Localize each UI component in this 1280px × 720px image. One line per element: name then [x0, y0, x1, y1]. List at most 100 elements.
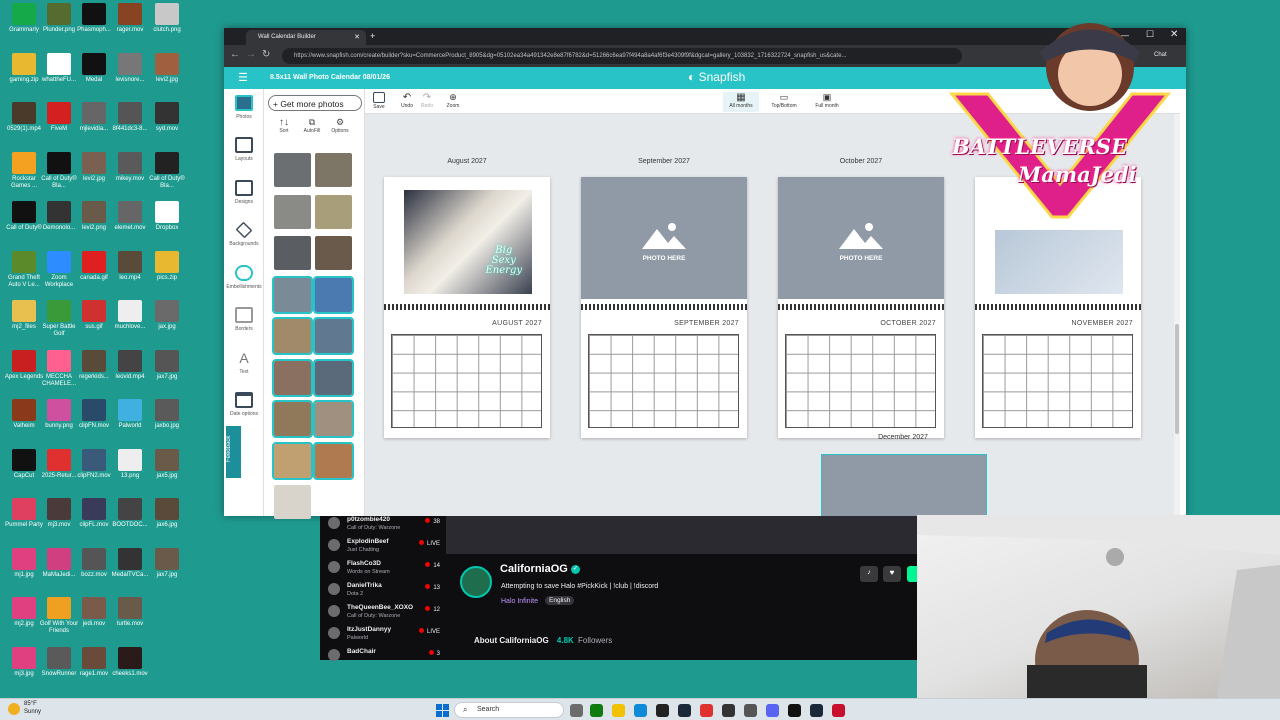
- steam-icon[interactable]: [678, 704, 691, 717]
- desktop-icon[interactable]: syd.mov: [145, 102, 189, 133]
- rail-embellishments[interactable]: Embellishments: [224, 265, 264, 290]
- month-photo[interactable]: Big Sexy Energy: [404, 190, 532, 294]
- reload-icon[interactable]: ↻: [262, 49, 270, 60]
- new-tab-icon[interactable]: +: [370, 31, 375, 41]
- rail-borders[interactable]: Borders: [224, 307, 264, 332]
- photo-thumbnail[interactable]: [274, 485, 311, 519]
- photo-thumbnail[interactable]: [272, 441, 313, 480]
- follow-button[interactable]: ♥: [883, 566, 901, 582]
- discord-icon[interactable]: [766, 704, 779, 717]
- options-button[interactable]: ⚙ Options: [328, 117, 352, 134]
- desktop-icon[interactable]: Dropbox: [145, 201, 189, 232]
- followed-channel[interactable]: ExplodinBeef Just Chatting LIVE: [328, 538, 440, 558]
- project-title[interactable]: 8.5x11 Wall Photo Calendar 08/01/26: [270, 74, 390, 81]
- channel-name[interactable]: CaliforniaOG ✓: [500, 563, 580, 575]
- rail-photos[interactable]: Photos: [224, 95, 264, 120]
- channel-avatar[interactable]: [460, 566, 492, 598]
- app-icon-2[interactable]: [700, 704, 713, 717]
- followed-channel[interactable]: TheQueenBee_XOXO Call of Duty: Warzone 12: [328, 604, 440, 624]
- calendar-grid[interactable]: [982, 334, 1133, 428]
- forward-icon[interactable]: →: [246, 49, 256, 60]
- zoom-button[interactable]: ⊕ Zoom: [441, 92, 465, 109]
- hamburger-menu-icon[interactable]: ☰: [238, 71, 248, 84]
- photo-thumbnail[interactable]: [272, 358, 313, 397]
- category-link[interactable]: Halo Infinite: [501, 598, 538, 605]
- url-field[interactable]: https://www.snapfish.com/create/builder?…: [282, 48, 962, 64]
- app-icon-3[interactable]: [722, 704, 735, 717]
- calendar-grid[interactable]: [588, 334, 739, 428]
- rail-designs[interactable]: Designs: [224, 180, 264, 205]
- windows-start-icon[interactable]: [436, 704, 449, 717]
- calendar-page[interactable]: PHOTO HERE SEPTEMBER 2027: [581, 177, 747, 438]
- view-all-months[interactable]: ▦ All months: [723, 92, 759, 112]
- file-explorer-icon[interactable]: [612, 704, 625, 717]
- app-icon-4[interactable]: [832, 704, 845, 717]
- photo-thumbnail[interactable]: [313, 317, 354, 355]
- photo-thumbnail[interactable]: [272, 400, 313, 438]
- followed-channel[interactable]: DanielTrika Dota 2 13: [328, 582, 440, 602]
- desktop-icon[interactable]: jax6.jpg: [145, 498, 189, 529]
- photo-thumbnail[interactable]: [274, 153, 311, 187]
- rail-backgrounds[interactable]: Backgrounds: [224, 221, 264, 247]
- desktop-icon[interactable]: jaxbo.jpg: [145, 399, 189, 430]
- photo-thumbnail[interactable]: [274, 194, 311, 229]
- calendar-page[interactable]: PHOTO HERE OCTOBER 2027: [778, 177, 944, 438]
- task-view-icon[interactable]: [570, 704, 583, 717]
- photo-thumbnail[interactable]: [315, 153, 352, 187]
- app-icon-1[interactable]: [656, 704, 669, 717]
- desktop-icon[interactable]: turtle.mov: [108, 597, 152, 628]
- browser-tab[interactable]: Wall Calendar Builder ✕: [246, 30, 366, 45]
- photo-thumbnail[interactable]: [315, 194, 352, 229]
- rail-text[interactable]: A Text: [224, 350, 264, 375]
- calendar-grid[interactable]: [391, 334, 542, 428]
- followed-channel[interactable]: p0tzombie420 Call of Duty: Warzone 38: [328, 516, 440, 536]
- photo-thumbnail[interactable]: [313, 441, 354, 480]
- followed-channel[interactable]: BadChair 3: [328, 648, 440, 668]
- followed-channel[interactable]: FlashCo3D Words on Stream 14: [328, 560, 440, 580]
- desktop-icon[interactable]: pics.zip: [145, 250, 189, 282]
- photo-thumbnail[interactable]: [313, 275, 354, 314]
- photo-thumbnail[interactable]: [313, 358, 354, 397]
- december-page[interactable]: [821, 454, 987, 516]
- close-tab-icon[interactable]: ✕: [354, 33, 360, 41]
- desktop-icon[interactable]: jax7.jpg: [145, 349, 189, 381]
- xbox-icon[interactable]: [590, 704, 603, 717]
- month-photo[interactable]: [995, 230, 1123, 294]
- notify-button[interactable]: ♪: [860, 566, 878, 582]
- back-icon[interactable]: ←: [230, 49, 240, 60]
- chrome-icon[interactable]: [744, 704, 757, 717]
- medal-icon[interactable]: [788, 704, 801, 717]
- desktop-icon[interactable]: jax5.jpg: [145, 448, 189, 480]
- redo-button[interactable]: ↷ Redo: [415, 92, 439, 109]
- save-button[interactable]: Save: [367, 92, 391, 110]
- photo-placeholder[interactable]: PHOTO HERE: [581, 177, 747, 299]
- view-full-month[interactable]: ▣ Full month: [809, 92, 845, 112]
- calendar-page[interactable]: Big Sexy Energy AUGUST 2027: [384, 177, 550, 438]
- photo-thumbnail[interactable]: [272, 317, 313, 355]
- view-top-bottom[interactable]: ▭ Top/Bottom: [766, 92, 802, 112]
- edge-icon[interactable]: [634, 704, 647, 717]
- taskbar-search[interactable]: ⌕ Search: [454, 702, 564, 718]
- subscribe-button[interactable]: [907, 566, 917, 582]
- feedback-tab[interactable]: Feedback: [226, 426, 241, 478]
- desktop-icon[interactable]: levi2.jpg: [145, 52, 189, 84]
- followed-channel[interactable]: ItzJustDannyy Palworld LIVE: [328, 626, 440, 646]
- desktop-icon[interactable]: clutch.png: [145, 3, 189, 34]
- photo-thumbnail[interactable]: [315, 236, 352, 270]
- rail-date-options[interactable]: Date options: [224, 392, 264, 417]
- desktop-icon[interactable]: jax7.jpg: [145, 547, 189, 579]
- rail-layouts[interactable]: Layouts: [224, 137, 264, 162]
- get-more-photos-button[interactable]: + Get more photos: [268, 95, 362, 111]
- desktop-icon[interactable]: jax.jpg: [145, 300, 189, 331]
- photo-placeholder[interactable]: PHOTO HERE: [778, 177, 944, 299]
- sort-button[interactable]: ↑↓ Sort: [272, 117, 296, 134]
- photo-thumbnail[interactable]: [272, 275, 313, 314]
- calendar-grid[interactable]: [785, 334, 936, 428]
- steam-icon-2[interactable]: [810, 704, 823, 717]
- desktop-icon[interactable]: Call of Duty® Bla...: [145, 151, 189, 190]
- autofill-button[interactable]: ⧉ AutoFill: [300, 117, 324, 134]
- photo-thumbnail[interactable]: [274, 236, 311, 270]
- weather-widget[interactable]: 85°F Sunny: [24, 700, 41, 716]
- photo-thumbnail[interactable]: [313, 400, 354, 438]
- desktop-icon[interactable]: cheeks1.mov: [108, 646, 152, 678]
